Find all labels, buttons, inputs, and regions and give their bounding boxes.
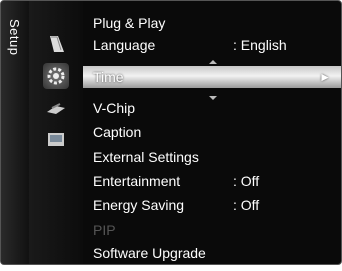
- menu-item-label: Time: [93, 69, 124, 85]
- menu-item-plug-and-play[interactable]: Plug & Play: [83, 12, 341, 34]
- setup-menu-list: Plug & Play Language : English Time ► V-…: [83, 1, 341, 264]
- menu-item-label: Energy Saving: [93, 197, 185, 213]
- menu-item-label: PIP: [93, 222, 116, 238]
- menu-item-value: : English: [233, 37, 287, 53]
- menu-item-entertainment[interactable]: Entertainment : Off: [83, 170, 341, 192]
- category-icons: [29, 1, 83, 264]
- menu-item-caption[interactable]: Caption: [83, 121, 341, 143]
- menu-item-label: Entertainment: [93, 173, 181, 189]
- menu-item-software-upgrade[interactable]: Software Upgrade: [83, 242, 341, 264]
- menu-item-label: Software Upgrade: [93, 245, 206, 261]
- application-icon[interactable]: [43, 127, 69, 153]
- menu-item-label: External Settings: [93, 149, 199, 165]
- tv-setup-menu: Setup Plug & Play Language : English Tim…: [0, 0, 342, 265]
- menu-item-pip: PIP: [83, 219, 341, 241]
- setup-sidebar: Setup: [1, 1, 30, 264]
- submenu-arrow-icon: ►: [319, 70, 331, 84]
- picture-icon[interactable]: [43, 31, 69, 57]
- menu-item-time[interactable]: Time ►: [83, 66, 341, 88]
- menu-item-language[interactable]: Language : English: [83, 34, 341, 56]
- menu-item-value: : Off: [233, 173, 260, 189]
- scroll-up-icon: [209, 60, 217, 64]
- menu-item-v-chip[interactable]: V-Chip: [83, 97, 341, 119]
- menu-item-energy-saving[interactable]: Energy Saving : Off: [83, 194, 341, 216]
- sidebar-title: Setup: [7, 19, 22, 56]
- menu-item-label: Language: [93, 37, 156, 53]
- menu-item-external-settings[interactable]: External Settings: [83, 146, 341, 168]
- input-icon[interactable]: [43, 97, 69, 123]
- setup-gear-icon[interactable]: [43, 63, 69, 89]
- menu-item-label: Plug & Play: [93, 15, 166, 31]
- menu-item-label: V-Chip: [93, 100, 136, 116]
- menu-item-label: Caption: [93, 124, 142, 140]
- menu-item-value: : Off: [233, 197, 260, 213]
